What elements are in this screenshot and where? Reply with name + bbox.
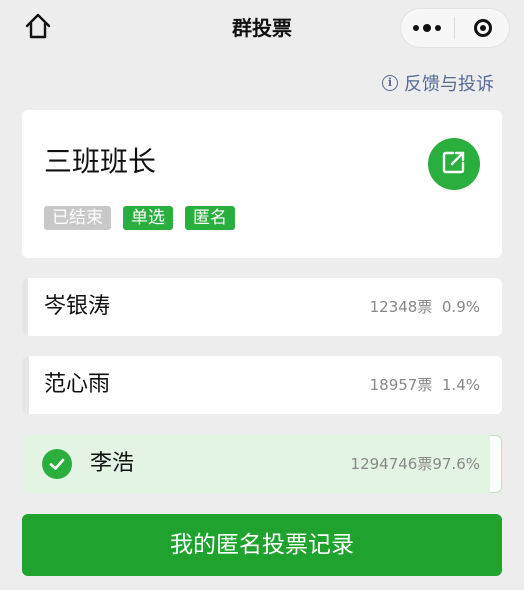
vote-share-bar	[22, 356, 29, 414]
vote-option[interactable]: 岑银涛 12348票 0.9%	[22, 278, 502, 336]
capsule-menu	[400, 8, 510, 48]
share-icon	[441, 149, 467, 179]
option-stats: 12348票 0.9%	[370, 278, 480, 336]
option-name: 范心雨	[44, 372, 111, 397]
option-votes: 1294746票	[350, 455, 433, 473]
vote-share-bar	[22, 278, 28, 336]
feedback-label: 反馈与投诉	[404, 74, 494, 95]
option-stats: 1294746票97.6%	[351, 435, 480, 493]
vote-tags: 已结束 单选 匿名	[44, 206, 235, 230]
more-icon	[413, 24, 441, 32]
single-choice-badge: 单选	[123, 206, 173, 230]
option-votes: 18957票	[369, 376, 433, 394]
my-anonymous-vote-record-button[interactable]: 我的匿名投票记录	[22, 514, 502, 576]
status-badge: 已结束	[44, 206, 111, 230]
option-name: 李浩	[90, 451, 135, 476]
close-miniprogram-icon	[473, 19, 492, 37]
vote-title: 三班班长	[44, 145, 157, 178]
anonymous-badge: 匿名	[185, 206, 235, 230]
option-percent: 0.9%	[441, 298, 480, 316]
check-icon	[42, 449, 72, 479]
vote-option-selected[interactable]: 李浩 1294746票97.6%	[22, 435, 502, 493]
feedback-link[interactable]: i 反馈与投诉	[382, 70, 494, 96]
navbar: 群投票	[0, 0, 524, 56]
option-stats: 18957票 1.4%	[370, 356, 480, 414]
option-percent: 97.6%	[432, 455, 480, 473]
more-button[interactable]	[400, 8, 454, 48]
option-name: 岑银涛	[44, 294, 111, 319]
option-percent: 1.4%	[441, 376, 480, 394]
home-button[interactable]	[20, 10, 56, 46]
close-button[interactable]	[455, 8, 510, 48]
info-icon: i	[382, 75, 398, 91]
vote-card: 三班班长 已结束 单选 匿名	[22, 110, 502, 258]
home-icon	[23, 11, 53, 45]
share-button[interactable]	[428, 138, 480, 190]
option-votes: 12348票	[369, 298, 433, 316]
vote-option[interactable]: 范心雨 18957票 1.4%	[22, 356, 502, 414]
